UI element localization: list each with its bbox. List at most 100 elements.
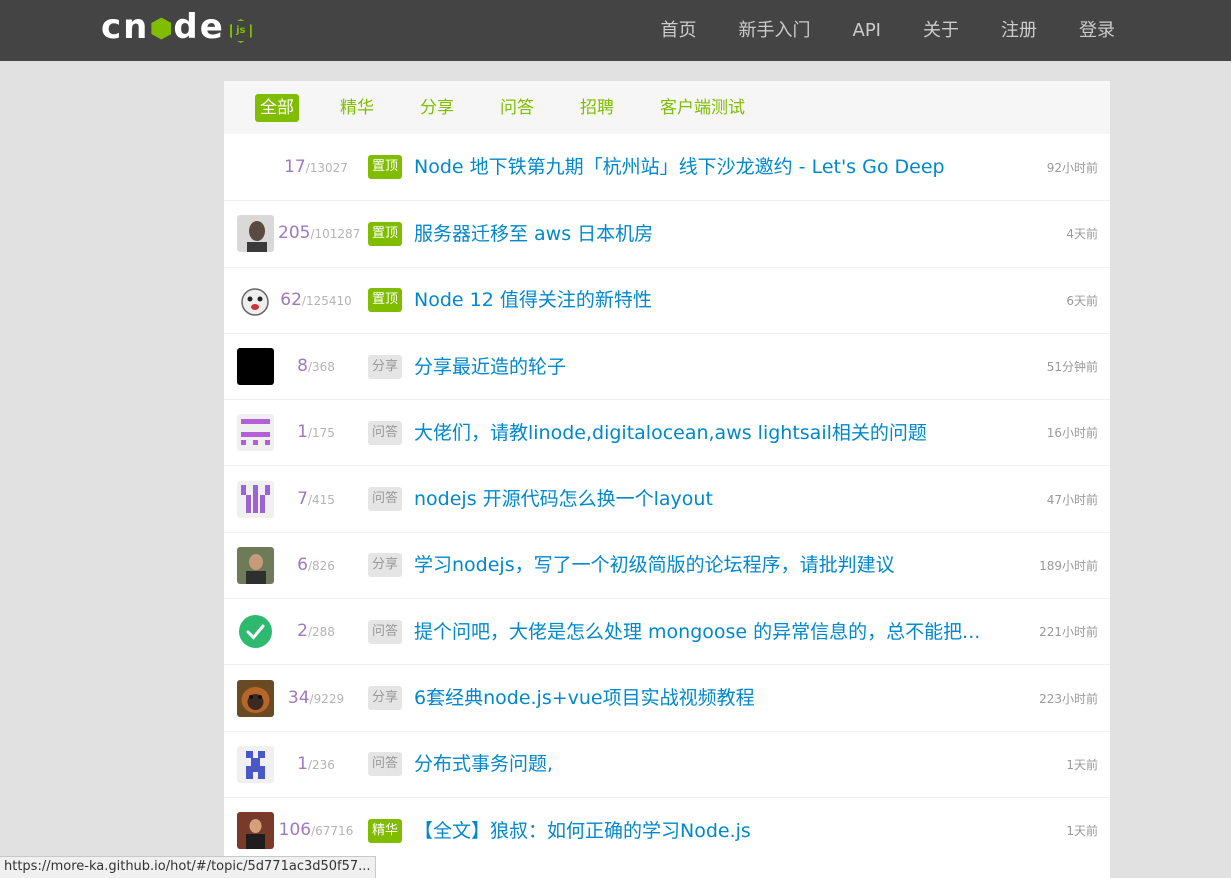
topic-row[interactable]: 34/9229 分享 6套经典node.js+vue项目实战视频教程 223小时前 <box>224 664 1110 730</box>
reply-view-count: 7/415 <box>278 489 354 510</box>
topic-title-link[interactable]: 大佬们，请教linode,digitalocean,aws lightsail相… <box>414 421 1014 445</box>
view-count: 101287 <box>314 227 361 242</box>
nav-link-about[interactable]: 关于 <box>923 3 959 59</box>
logo-js-badge: js <box>229 19 252 43</box>
topic-row[interactable]: 6/826 分享 学习nodejs，写了一个初级简版的论坛程序，请批判建议 189小时… <box>224 531 1110 598</box>
last-reply-time[interactable]: 223小时前 <box>1039 690 1098 707</box>
tab-share[interactable]: 分享 <box>415 94 459 122</box>
last-reply-time[interactable]: 51分钟前 <box>1047 358 1098 375</box>
topic-tab-badge: 问答 <box>368 619 403 644</box>
user-avatar[interactable] <box>237 679 274 717</box>
topic-row[interactable]: 1/175 问答 大佬们，请教linode,digitalocean,aws lig… <box>224 399 1110 465</box>
topic-title-link[interactable]: 学习nodejs，写了一个初级简版的论坛程序，请批判建议 <box>414 553 1014 577</box>
user-avatar[interactable] <box>237 149 274 186</box>
tab-ask[interactable]: 问答 <box>495 94 539 122</box>
nav-links: 首页 新手入门 API 关于 注册 登录 <box>619 0 1115 61</box>
reply-count: 7 <box>297 488 308 509</box>
user-avatar[interactable] <box>237 546 274 584</box>
reply-count: 1 <box>297 422 308 443</box>
user-avatar[interactable] <box>237 281 274 319</box>
topic-row[interactable]: 62/125410 置顶 Node 12 值得关注的新特性 6天前 <box>224 266 1110 333</box>
user-avatar[interactable] <box>237 215 274 253</box>
reply-count: 8 <box>297 356 308 377</box>
reply-view-count: 1/236 <box>278 754 354 775</box>
last-reply-time[interactable]: 47小时前 <box>1047 491 1098 508</box>
user-avatar[interactable] <box>237 812 274 850</box>
reply-count: 6 <box>297 554 308 575</box>
view-count: 236 <box>311 757 335 772</box>
nav-link-register[interactable]: 注册 <box>1001 3 1037 59</box>
user-avatar[interactable] <box>237 414 274 452</box>
user-avatar[interactable] <box>237 480 274 518</box>
user-avatar[interactable] <box>237 745 274 783</box>
user-avatar[interactable] <box>237 613 274 650</box>
top-navbar: cn de js 首页 新手入门 API 关于 注册 登录 <box>0 0 1231 61</box>
topic-title-link[interactable]: Node 12 值得关注的新特性 <box>414 288 1014 312</box>
topic-title-link[interactable]: 分布式事务问题, <box>414 752 1014 776</box>
topic-tab-badge: 分享 <box>368 686 403 711</box>
user-avatar[interactable] <box>237 348 274 386</box>
topic-panel: 全部 精华 分享 问答 招聘 客户端测试 17/13027 置顶 Node 地下铁第… <box>224 81 1110 878</box>
reply-view-count: 6/826 <box>278 555 354 576</box>
nav-link-login[interactable]: 登录 <box>1079 3 1115 59</box>
last-reply-time[interactable]: 1天前 <box>1066 822 1098 839</box>
topic-tab-badge: 精华 <box>368 818 403 843</box>
last-reply-time[interactable]: 1天前 <box>1066 756 1098 773</box>
topic-row[interactable]: 106/67716 精华 【全文】狼叔：如何正确的学习Node.js 1天前 <box>224 796 1110 863</box>
reply-view-count: 205/101287 <box>278 223 360 244</box>
topic-tab-badge: 置顶 <box>368 288 403 313</box>
topic-tab-badge: 分享 <box>368 553 403 578</box>
topic-tab-badge: 问答 <box>368 487 403 512</box>
last-reply-time[interactable]: 16小时前 <box>1047 424 1098 441</box>
topic-row[interactable]: 7/415 问答 nodejs 开源代码怎么换一个layout 47小时前 <box>224 465 1110 531</box>
last-reply-time[interactable]: 4天前 <box>1066 225 1098 242</box>
view-count: 125410 <box>305 293 352 308</box>
view-count: 175 <box>311 426 335 441</box>
topic-row[interactable]: 2/288 问答 提个问吧，大佬是怎么处理 mongoose 的异常信息的，总不能把… <box>224 598 1110 664</box>
reply-view-count: 106/67716 <box>278 820 354 841</box>
reply-view-count: 17/13027 <box>278 157 354 178</box>
reply-count: 1 <box>297 753 308 774</box>
topic-tab-badge: 置顶 <box>368 155 403 180</box>
reply-count: 2 <box>297 621 308 642</box>
topic-title-link[interactable]: 提个问吧，大佬是怎么处理 mongoose 的异常信息的，总不能把... <box>414 620 1014 644</box>
topic-tab-badge: 问答 <box>368 752 403 777</box>
reply-count: 205 <box>278 223 311 244</box>
reply-count: 34 <box>287 687 310 708</box>
topic-row[interactable]: 8/368 分享 分享最近造的轮子 51分钟前 <box>224 332 1110 399</box>
reply-count: 62 <box>280 289 302 310</box>
reply-count: 17 <box>284 156 306 177</box>
topic-row[interactable]: 205/101287 置顶 服务器迁移至 aws 日本机房 4天前 <box>224 200 1110 266</box>
tab-client-test[interactable]: 客户端测试 <box>655 94 750 122</box>
topic-title-link[interactable]: 分享最近造的轮子 <box>414 355 1014 379</box>
reply-view-count: 8/368 <box>278 356 354 377</box>
last-reply-time[interactable]: 221小时前 <box>1039 623 1098 640</box>
view-count: 67716 <box>315 824 354 839</box>
topic-tab-badge: 分享 <box>368 354 403 379</box>
nav-link-api[interactable]: API <box>853 3 881 59</box>
view-count: 415 <box>311 492 335 507</box>
tab-job[interactable]: 招聘 <box>575 94 619 122</box>
view-count: 826 <box>311 558 335 573</box>
topic-row[interactable]: 1/236 问答 分布式事务问题, 1天前 <box>224 730 1110 797</box>
view-count: 288 <box>311 625 335 640</box>
topic-title-link[interactable]: 服务器迁移至 aws 日本机房 <box>414 222 1014 246</box>
view-count: 9229 <box>313 691 345 706</box>
last-reply-time[interactable]: 189小时前 <box>1039 557 1098 574</box>
topic-row[interactable]: 17/13027 置顶 Node 地下铁第九期「杭州站」线下沙龙邀约 - Let's… <box>224 134 1110 200</box>
last-reply-time[interactable]: 92小时前 <box>1047 159 1098 176</box>
reply-view-count: 34/9229 <box>278 688 354 709</box>
tab-good[interactable]: 精华 <box>335 94 379 122</box>
nav-link-home[interactable]: 首页 <box>661 3 697 59</box>
tab-all[interactable]: 全部 <box>255 93 299 122</box>
topic-title-link[interactable]: Node 地下铁第九期「杭州站」线下沙龙邀约 - Let's Go Deep <box>414 155 1014 179</box>
reply-count: 106 <box>278 820 312 841</box>
nav-link-getting-started[interactable]: 新手入门 <box>739 3 811 59</box>
topic-title-link[interactable]: nodejs 开源代码怎么换一个layout <box>414 487 1014 511</box>
cnode-logo[interactable]: cn de js <box>101 9 252 45</box>
reply-view-count: 62/125410 <box>278 290 354 311</box>
topic-title-link[interactable]: 【全文】狼叔：如何正确的学习Node.js <box>414 819 1014 843</box>
topic-title-link[interactable]: 6套经典node.js+vue项目实战视频教程 <box>414 686 1014 710</box>
last-reply-time[interactable]: 6天前 <box>1066 292 1098 309</box>
reply-view-count: 2/288 <box>278 621 354 642</box>
